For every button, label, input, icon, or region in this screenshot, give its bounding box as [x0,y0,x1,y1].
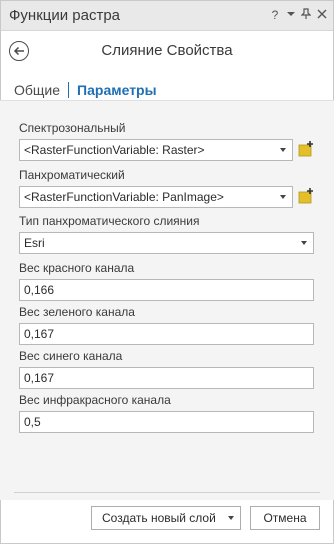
red-weight-label: Вес красного канала [19,261,135,275]
pan-type-label: Тип панхроматического слияния [19,214,200,228]
multispectral-label: Спектрозональный [19,121,126,135]
ir-weight-input[interactable]: 0,5 [19,411,314,433]
create-layer-button[interactable]: Создать новый слой [91,506,241,530]
chevron-down-icon [280,148,286,152]
multispectral-value: <RasterFunctionVariable: Raster> [24,143,205,157]
green-weight-label: Вес зеленого канала [19,305,135,319]
green-weight-input[interactable]: 0,167 [19,323,314,345]
tab-divider [68,82,70,98]
pin-icon[interactable] [299,8,313,22]
pan-type-select[interactable]: Esri [19,232,314,254]
cancel-button[interactable]: Отмена [250,506,320,530]
tab-parameters[interactable]: Параметры [77,82,157,98]
ir-weight-label: Вес инфракрасного канала [19,393,171,407]
title-bar: Функции растра ? [1,1,333,31]
red-weight-input[interactable]: 0,166 [19,279,314,301]
help-icon[interactable]: ? [268,8,282,22]
pane-title: Слияние Свойства [101,42,233,59]
panchromatic-label: Панхроматический [19,168,125,182]
panchromatic-value: <RasterFunctionVariable: PanImage> [24,190,224,204]
pan-type-value: Esri [24,236,45,250]
window-title: Функции растра [9,7,121,24]
pane-header: Слияние Свойства [1,32,333,70]
footer-divider [14,492,320,493]
add-raster-icon[interactable] [297,140,315,158]
add-raster-icon[interactable] [297,187,315,205]
panchromatic-select[interactable]: <RasterFunctionVariable: PanImage> [19,186,293,208]
chevron-down-icon [301,241,307,245]
create-layer-label: Создать новый слой [102,511,216,525]
chevron-down-icon [280,195,286,199]
tab-bar: Общие Параметры [14,81,157,99]
close-icon[interactable] [315,8,329,22]
blue-weight-input[interactable]: 0,167 [19,367,314,389]
menu-dropdown-icon[interactable] [284,8,298,22]
chevron-down-icon[interactable] [228,516,234,520]
tab-general[interactable]: Общие [14,82,60,98]
blue-weight-label: Вес синего канала [19,349,123,363]
multispectral-select[interactable]: <RasterFunctionVariable: Raster> [19,139,293,161]
